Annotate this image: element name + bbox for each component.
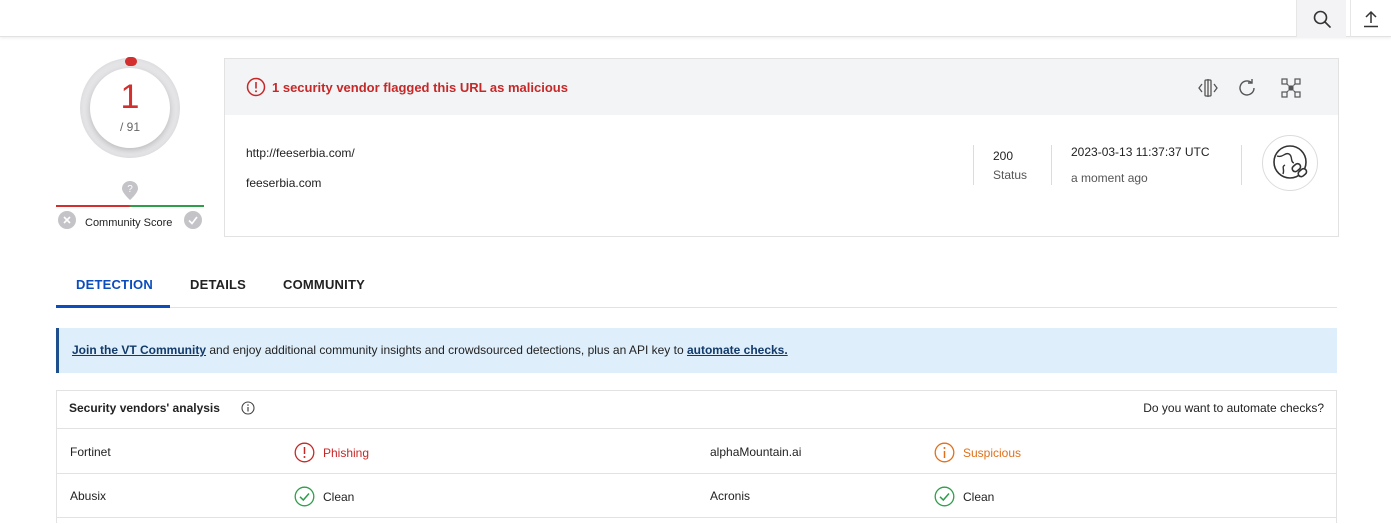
banner-text: Join the VT Community and enjoy addition… — [72, 343, 788, 357]
analysis-relative-time: a moment ago — [1071, 171, 1148, 185]
detection-count: 1 — [120, 78, 140, 116]
url-type-badge — [1262, 135, 1318, 191]
scanned-domain[interactable]: feeserbia.com — [246, 176, 321, 190]
community-score-bar — [56, 205, 204, 207]
table-row: Abusix Clean Acronis Clean — [57, 474, 1336, 518]
vendor-result: Clean — [294, 486, 354, 507]
result-label: Clean — [963, 489, 995, 504]
globe-link-icon — [1273, 145, 1308, 179]
svg-text:?: ? — [127, 184, 133, 195]
check-icon — [188, 216, 198, 225]
join-community-link[interactable]: Join the VT Community — [72, 343, 206, 357]
community-score-marker-icon: ? — [122, 181, 138, 200]
compare-icon[interactable] — [1197, 77, 1219, 99]
vendor-result: Clean — [934, 486, 994, 507]
scanned-url[interactable]: http://feeserbia.com/ — [246, 146, 355, 160]
warning-info-icon — [934, 442, 955, 463]
automate-checks-prompt[interactable]: Do you want to automate checks? — [1143, 401, 1324, 415]
alert-header: 1 security vendor flagged this URL as ma… — [225, 59, 1338, 115]
vendors-table: Security vendors' analysis Do you want t… — [56, 390, 1337, 523]
divider — [1241, 145, 1242, 185]
tab-detection[interactable]: DETECTION — [76, 277, 153, 292]
result-label: Clean — [323, 489, 355, 504]
result-label: Suspicious — [963, 445, 1022, 460]
table-row — [57, 518, 1336, 524]
table-row: Fortinet Phishing alphaMountain.ai Suspi… — [57, 430, 1336, 474]
banner-message: and enjoy additional community insights … — [206, 343, 687, 357]
alert-circle-icon — [246, 77, 266, 97]
analysis-date: 2023-03-13 11:37:37 UTC — [1071, 145, 1210, 159]
upload-icon — [1364, 10, 1378, 27]
score-indicator-dot — [125, 57, 137, 66]
check-circle-icon — [294, 486, 315, 507]
close-icon — [63, 216, 71, 224]
http-status-label: Status — [993, 168, 1028, 182]
http-status-code: 200 — [993, 149, 1014, 163]
upload-button[interactable] — [1350, 0, 1391, 37]
tab-details[interactable]: DETAILS — [190, 277, 246, 292]
graph-icon[interactable] — [1280, 77, 1302, 99]
community-banner: Join the VT Community and enjoy addition… — [56, 328, 1337, 373]
top-bar — [0, 0, 1391, 37]
alert-circle-icon — [294, 442, 315, 463]
automate-checks-link[interactable]: automate checks. — [687, 343, 788, 357]
reanalyze-icon[interactable] — [1236, 77, 1258, 99]
vendor-name: Acronis — [710, 489, 751, 503]
detection-score-gauge: 1 / 91 — [80, 57, 180, 158]
community-score-label: Community Score — [85, 217, 173, 229]
search-icon — [1313, 10, 1331, 28]
vendors-table-header: Security vendors' analysis Do you want t… — [57, 391, 1336, 429]
vendor-name: Abusix — [70, 489, 107, 503]
vote-harmless-button[interactable] — [184, 211, 202, 229]
vendor-name: Fortinet — [70, 445, 111, 459]
vendor-name: alphaMountain.ai — [710, 445, 802, 459]
divider — [1051, 145, 1052, 185]
active-tab-indicator — [56, 305, 170, 308]
vendor-result: Suspicious — [934, 442, 1021, 463]
vendor-total: / 91 — [119, 120, 140, 134]
check-circle-icon — [934, 486, 955, 507]
result-label: Phishing — [323, 445, 370, 460]
divider — [973, 145, 974, 185]
alert-message: 1 security vendor flagged this URL as ma… — [272, 80, 568, 95]
info-icon[interactable] — [241, 401, 255, 415]
vote-malicious-button[interactable] — [58, 211, 76, 229]
vendor-result: Phishing — [294, 442, 369, 463]
search-button[interactable] — [1296, 0, 1346, 37]
vendors-table-title: Security vendors' analysis — [69, 401, 220, 415]
url-summary-card: 1 security vendor flagged this URL as ma… — [224, 58, 1339, 237]
report-tabs: DETECTION DETAILS COMMUNITY — [56, 265, 1337, 308]
tab-community[interactable]: COMMUNITY — [283, 277, 365, 292]
